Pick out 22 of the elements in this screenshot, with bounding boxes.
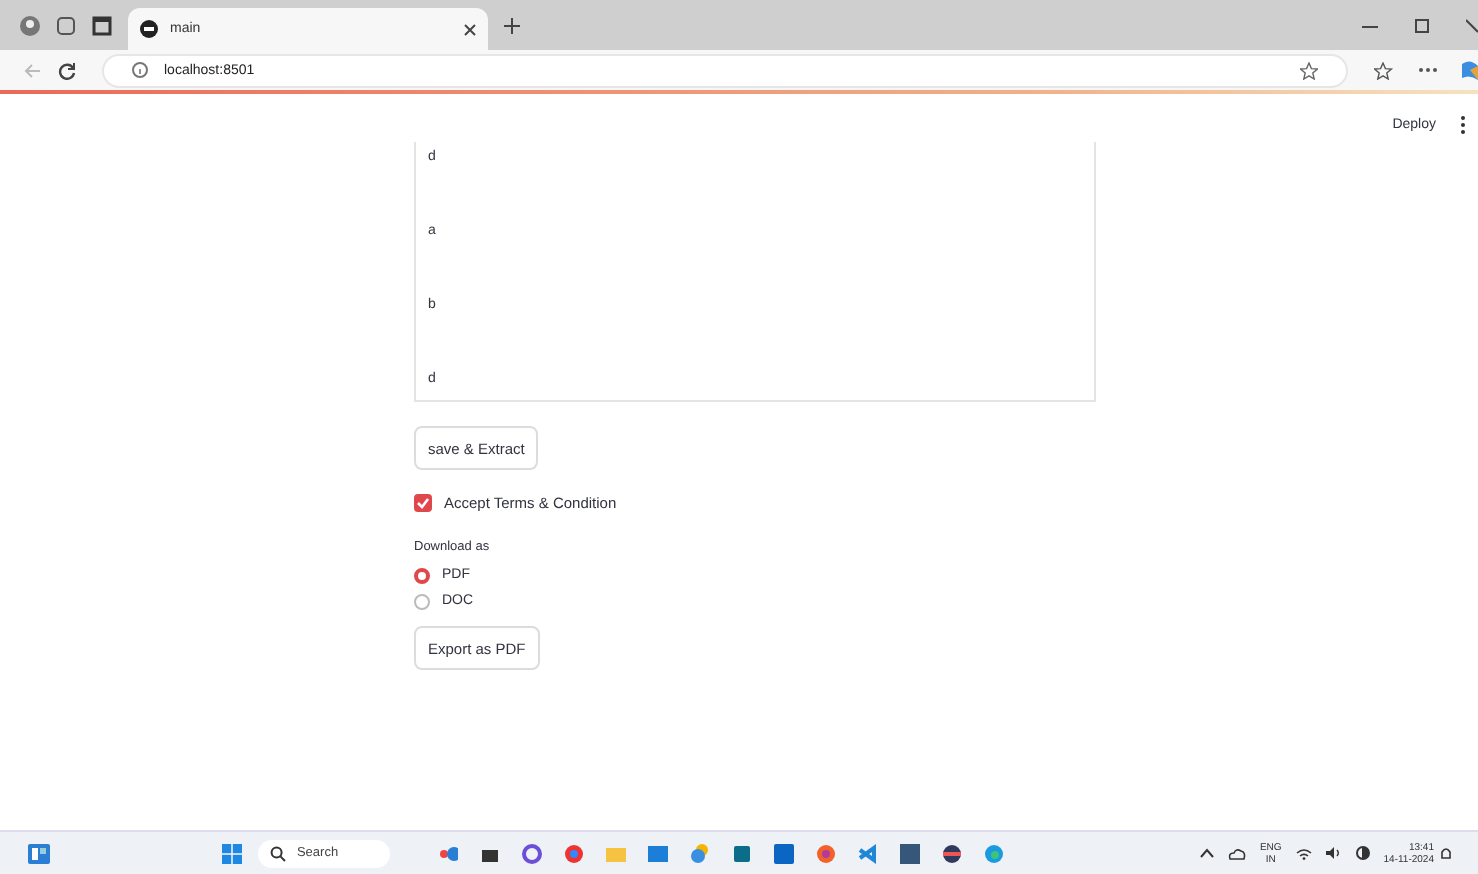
restore-icon[interactable] — [1414, 17, 1430, 33]
new-tab-icon[interactable] — [504, 17, 520, 33]
favorite-star-icon[interactable] — [1300, 61, 1318, 79]
radio-button[interactable] — [414, 567, 430, 583]
reload-icon[interactable] — [58, 61, 76, 79]
profile-icon[interactable] — [20, 15, 40, 35]
close-tab-icon[interactable] — [464, 23, 476, 35]
collections-icon[interactable] — [56, 15, 76, 35]
favorites-icon[interactable] — [1374, 61, 1394, 79]
checkbox[interactable] — [414, 493, 432, 511]
menu-icon[interactable] — [1460, 116, 1466, 134]
chevron-up-icon[interactable] — [1199, 848, 1214, 858]
radio-button[interactable] — [414, 593, 430, 609]
cloud-icon[interactable] — [1227, 847, 1246, 859]
search-icon — [270, 845, 287, 861]
info-icon — [132, 62, 148, 78]
tab-actions-icon[interactable] — [92, 15, 112, 35]
volume-icon[interactable] — [1325, 846, 1342, 860]
more-icon[interactable] — [1418, 66, 1438, 74]
wifi-icon[interactable] — [1295, 847, 1312, 859]
start-icon[interactable] — [222, 843, 243, 863]
widgets-icon[interactable] — [28, 843, 50, 863]
